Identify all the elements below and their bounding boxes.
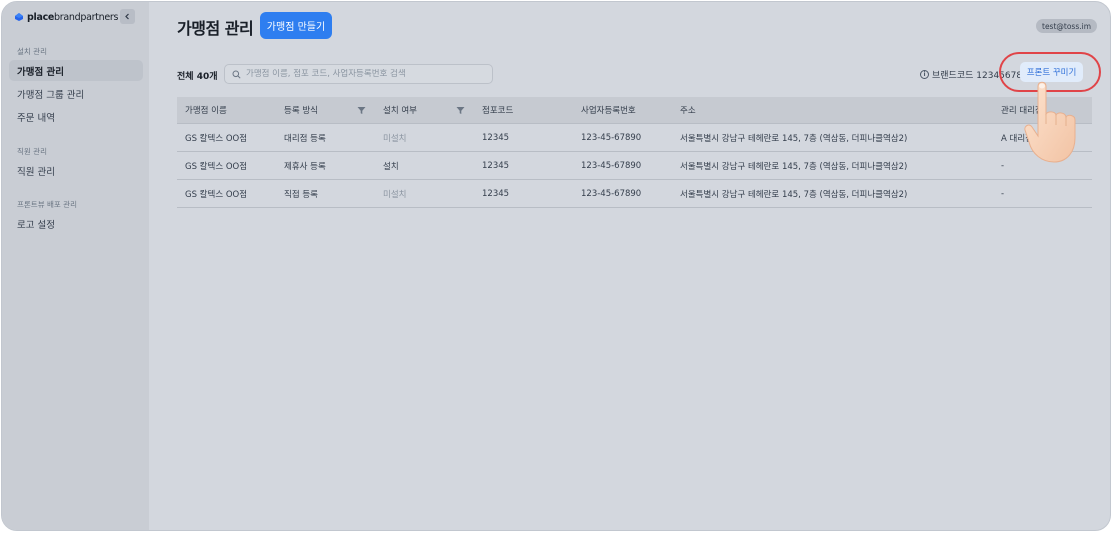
- sidebar-item-store-group[interactable]: 가맹점 그룹 관리: [9, 83, 143, 104]
- logo-text-rest: brandpartners: [54, 11, 119, 23]
- logo-icon: [14, 12, 24, 22]
- filter-icon-registration[interactable]: [357, 106, 366, 115]
- column-header-business-number: 사업자등록번호: [581, 106, 636, 116]
- brand-logo[interactable]: placebrandpartners: [14, 10, 118, 24]
- cell-registration: 대리점 등록: [284, 133, 326, 144]
- cell-install-status: 설치: [383, 161, 399, 172]
- table-row[interactable]: GS 칼텍스 OO점 직접 등록 미설치 12345 123-45-67890 …: [177, 180, 1092, 208]
- column-header-address: 주소: [680, 106, 696, 116]
- sidebar: placebrandpartners 설치 관리 가맹점 관리 가맹점 그룹 관…: [2, 2, 149, 530]
- total-count: 전체 40개: [177, 69, 218, 82]
- table-header-row: 가맹점 이름 등록 방식 설치 여부 점포코드 사업자등록번호 주소 관리 대리…: [177, 97, 1092, 124]
- pointing-hand-icon: [1024, 81, 1076, 163]
- column-header-store-code: 점포코드: [482, 106, 514, 116]
- section-label-staff: 직원 관리: [17, 147, 47, 156]
- cell-install-status: 미설치: [383, 133, 407, 144]
- table-row[interactable]: GS 칼텍스 OO점 제휴사 등록 설치 12345 123-45-67890 …: [177, 152, 1092, 180]
- column-header-install: 설치 여부: [383, 106, 417, 116]
- logo-text-bold: place: [27, 11, 55, 23]
- total-number: 40: [196, 72, 210, 82]
- app-window: placebrandpartners 설치 관리 가맹점 관리 가맹점 그룹 관…: [1, 1, 1111, 531]
- cell-business-number: 123-45-67890: [581, 160, 642, 171]
- cell-address: 서울특별시 강남구 테헤란로 145, 7층 (역삼동, 더피나클역삼2): [680, 133, 908, 144]
- filter-icon-install[interactable]: [456, 106, 465, 115]
- create-store-button[interactable]: 가맹점 만들기: [260, 12, 332, 39]
- cell-store-name: GS 칼텍스 OO점: [185, 161, 248, 172]
- info-icon: i: [920, 70, 929, 79]
- cell-install-status: 미설치: [383, 189, 407, 200]
- sidebar-item-orders[interactable]: 주문 내역: [9, 106, 143, 127]
- search-box[interactable]: [224, 64, 493, 84]
- cell-store-code: 12345: [482, 188, 510, 199]
- cell-store-name: GS 칼텍스 OO점: [185, 189, 248, 200]
- column-header-registration: 등록 방식: [284, 106, 318, 116]
- user-account-badge[interactable]: test@toss.im: [1036, 19, 1098, 33]
- cell-business-number: 123-45-67890: [581, 132, 642, 143]
- chevron-left-icon[interactable]: [120, 9, 135, 24]
- search-icon: [232, 70, 241, 79]
- cell-store-code: 12345: [482, 132, 510, 143]
- sidebar-item-logo-settings[interactable]: 로고 설정: [9, 213, 143, 234]
- section-label-install: 설치 관리: [17, 47, 47, 56]
- total-suffix: 개: [209, 72, 218, 82]
- section-label-frontview: 프론트뷰 배포 관리: [17, 200, 77, 209]
- table-row[interactable]: GS 칼텍스 OO점 대리점 등록 미설치 12345 123-45-67890…: [177, 124, 1092, 152]
- search-input[interactable]: [246, 69, 486, 79]
- column-header-name: 가맹점 이름: [185, 106, 227, 116]
- cell-address: 서울특별시 강남구 테헤란로 145, 7층 (역삼동, 더피나클역삼2): [680, 189, 908, 200]
- cell-registration: 제휴사 등록: [284, 161, 326, 172]
- sidebar-item-staff[interactable]: 직원 관리: [9, 160, 143, 181]
- cell-agency: -: [1001, 188, 1005, 199]
- cell-store-code: 12345: [482, 160, 510, 171]
- cell-store-name: GS 칼텍스 OO점: [185, 133, 248, 144]
- sidebar-item-store-management[interactable]: 가맹점 관리: [9, 60, 143, 81]
- page-title: 가맹점 관리: [177, 19, 254, 38]
- cell-business-number: 123-45-67890: [581, 188, 642, 199]
- total-prefix: 전체: [177, 72, 197, 82]
- cell-address: 서울특별시 강남구 테헤란로 145, 7층 (역삼동, 더피나클역삼2): [680, 161, 908, 172]
- cell-registration: 직접 등록: [284, 189, 318, 200]
- store-table: 가맹점 이름 등록 방식 설치 여부 점포코드 사업자등록번호 주소 관리 대리…: [177, 97, 1092, 208]
